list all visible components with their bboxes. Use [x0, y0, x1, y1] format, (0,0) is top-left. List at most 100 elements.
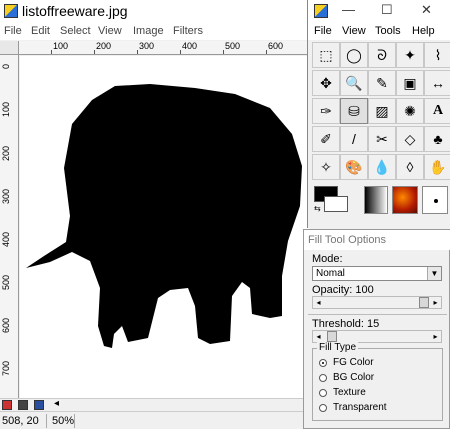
stamp-icon[interactable]: ✺	[396, 98, 424, 124]
toolbox-window: — ☐ ✕ File View Tools Help ⬚ ◯ ᘐ ✦ ⌇ ✥ 🔍…	[307, 0, 450, 228]
layer-icon[interactable]	[2, 400, 12, 410]
fg-color-radio[interactable]	[319, 359, 327, 367]
background-color-swatch[interactable]	[324, 196, 348, 212]
ruler-tick	[137, 50, 138, 54]
fill-options-title-bar: Fill Tool Options	[304, 230, 450, 250]
transparent-radio[interactable]	[319, 404, 327, 412]
pen-icon[interactable]: ✐	[312, 126, 340, 152]
chevron-down-icon[interactable]: ▼	[427, 267, 441, 280]
gradient-swatch[interactable]	[364, 186, 388, 214]
bg-color-radio[interactable]	[319, 374, 327, 382]
horizontal-ruler: 100 200 300 400 500 600	[19, 41, 309, 55]
opacity-slider[interactable]: ◂ ▸	[312, 296, 442, 309]
vruler-label: 400	[1, 231, 11, 247]
smudge-icon[interactable]: ♣	[424, 126, 450, 152]
eraser-icon[interactable]: ◇	[396, 126, 424, 152]
mask-icon[interactable]	[18, 400, 28, 410]
threshold-slider-thumb[interactable]	[327, 331, 337, 342]
scissors-icon[interactable]: ✂	[368, 126, 396, 152]
toolbox-menu-view[interactable]: View	[342, 25, 366, 37]
status-separator	[74, 414, 75, 428]
brush-icon[interactable]: /	[340, 126, 368, 152]
texture-label[interactable]: Texture	[333, 387, 366, 398]
mode-select[interactable]: Nomal ▼	[312, 266, 442, 281]
gradient-icon[interactable]: ▨	[368, 98, 396, 124]
fill-options-title: Fill Tool Options	[308, 234, 387, 246]
fill-tool-options-window: Fill Tool Options Mode: Nomal ▼ Opacity:…	[303, 229, 450, 429]
opacity-slider-thumb[interactable]	[419, 297, 429, 308]
transparent-label[interactable]: Transparent	[333, 402, 387, 413]
ruler-corner	[0, 41, 19, 55]
app-icon	[314, 4, 328, 18]
maximize-button[interactable]: ☐	[381, 2, 393, 18]
zoom-level: 50%	[52, 415, 75, 427]
vertical-ruler: 0 100 200 300 400 500 600 700	[0, 55, 19, 398]
zoom-icon[interactable]: 🔍	[340, 70, 368, 96]
threshold-label: Threshold: 15	[312, 318, 380, 330]
opacity-label: Opacity: 100	[312, 284, 374, 296]
lasso-icon[interactable]: ᘐ	[368, 42, 396, 68]
slider-right-arrow-icon[interactable]: ▸	[430, 297, 441, 308]
airbrush-icon[interactable]: ✧	[312, 154, 340, 180]
toolbox-menu-help[interactable]: Help	[412, 25, 435, 37]
texture-radio[interactable]	[319, 389, 327, 397]
move-icon[interactable]: ✥	[312, 70, 340, 96]
magnetic-lasso-icon[interactable]: ⌇	[424, 42, 450, 68]
fill-bucket-icon[interactable]: ⛁	[340, 98, 368, 124]
toolbox-menu-bar: File View Tools Help	[308, 22, 450, 40]
menu-view[interactable]: View	[98, 25, 122, 37]
slider-left-arrow-icon[interactable]: ◂	[313, 297, 324, 308]
sharpen-icon[interactable]: ◊	[396, 154, 424, 180]
rect-select-icon[interactable]: ⬚	[312, 42, 340, 68]
eyedropper-icon[interactable]: ✑	[312, 98, 340, 124]
menu-file[interactable]: File	[4, 25, 22, 37]
scroll-left-arrow-icon[interactable]: ◂	[54, 398, 59, 409]
brush-preview[interactable]	[422, 186, 448, 214]
pencil-icon[interactable]: ✎	[368, 70, 396, 96]
magic-wand-icon[interactable]: ✦	[396, 42, 424, 68]
texture-swatch[interactable]	[392, 186, 418, 214]
swap-colors-icon[interactable]: ⇆	[314, 204, 321, 213]
hruler-label: 100	[53, 41, 69, 51]
ruler-tick	[94, 50, 95, 54]
hruler-label: 200	[96, 41, 112, 51]
menu-edit[interactable]: Edit	[31, 25, 50, 37]
image-canvas[interactable]	[20, 56, 309, 398]
minimize-button[interactable]: —	[342, 2, 355, 17]
menu-select[interactable]: Select	[60, 25, 91, 37]
tool-grid: ⬚ ◯ ᘐ ✦ ⌇ ✥ 🔍 ✎ ▣ ↔ ✑ ⛁ ▨ ✺ A ✐ / ✂ ◇ ♣ …	[312, 42, 450, 182]
hruler-label: 500	[225, 41, 241, 51]
ellipse-select-icon[interactable]: ◯	[340, 42, 368, 68]
clone-icon[interactable]: ▣	[396, 70, 424, 96]
menu-bar: File Edit Select View Image Filters	[0, 22, 310, 40]
menu-filters[interactable]: Filters	[173, 25, 203, 37]
fg-color-label[interactable]: FG Color	[333, 357, 374, 368]
close-button[interactable]: ✕	[421, 2, 432, 18]
resize-icon[interactable]: ↔	[424, 70, 450, 96]
slider-right-arrow-icon[interactable]: ▸	[430, 331, 441, 342]
mode-value: Nomal	[316, 268, 345, 279]
dodge-icon[interactable]: ✋	[424, 154, 450, 180]
fill-type-legend: Fill Type	[317, 342, 359, 353]
elephant-image	[26, 84, 302, 348]
brush-dot-icon	[434, 199, 438, 203]
ruler-tick	[180, 50, 181, 54]
ruler-tick	[51, 50, 52, 54]
toolbox-menu-file[interactable]: File	[314, 25, 332, 37]
bg-color-label[interactable]: BG Color	[333, 372, 374, 383]
vruler-label: 600	[1, 317, 11, 333]
drop-icon[interactable]: 💧	[368, 154, 396, 180]
app-icon	[4, 4, 18, 18]
hruler-label: 400	[182, 41, 198, 51]
text-icon[interactable]: A	[424, 98, 450, 124]
slider-left-arrow-icon[interactable]: ◂	[313, 331, 324, 342]
palette-icon[interactable]: 🎨	[340, 154, 368, 180]
toolbox-title-bar: — ☐ ✕	[308, 0, 450, 22]
toolbox-menu-tools[interactable]: Tools	[375, 25, 401, 37]
horizontal-scrollbar[interactable]: ◂	[0, 398, 310, 411]
menu-image[interactable]: Image	[133, 25, 164, 37]
vruler-label: 300	[1, 188, 11, 204]
status-separator	[46, 414, 47, 428]
channel-icon[interactable]	[34, 400, 44, 410]
divider	[308, 314, 447, 315]
